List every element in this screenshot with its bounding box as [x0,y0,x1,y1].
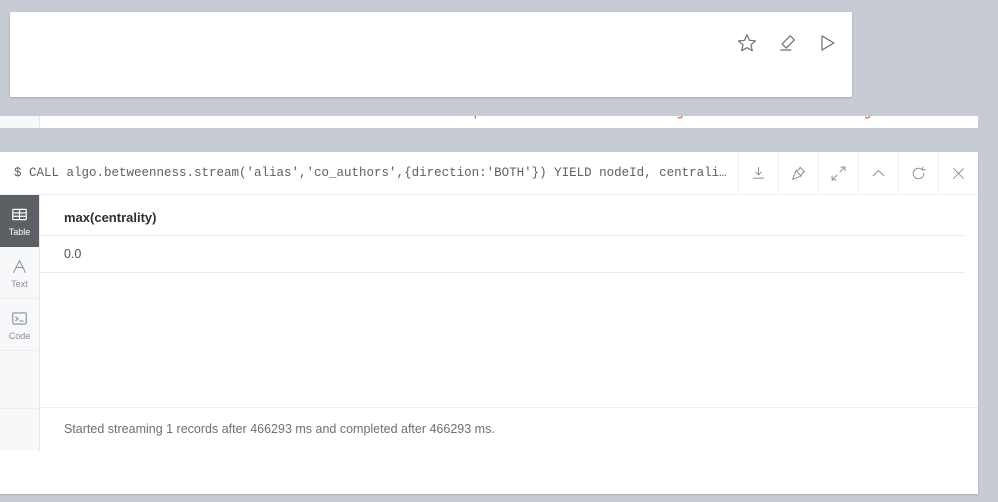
editor-actions [730,26,844,60]
pin-icon[interactable] [778,152,818,194]
sidebar-item-code[interactable]: Code [0,299,39,351]
sidebar-item-table[interactable]: Table [0,195,39,247]
status-message: Started streaming 1 records after 466293… [64,422,495,436]
sidebar-item-label: Code [8,330,31,341]
code-icon [10,309,29,328]
refresh-icon[interactable] [898,152,938,194]
previous-frame-rail [0,116,40,128]
table-column-header: max(centrality) [64,210,157,225]
status-rail-pad [0,408,40,451]
clear-eraser-icon[interactable] [770,26,804,60]
sidebar-item-label: Table [8,226,31,237]
table-cell: 0.0 [64,247,82,261]
previous-frame-clipped: Neo.ClientError.Procedure.ProcedureNotFo… [0,116,978,128]
sidebar-item-label: Text [11,278,28,289]
chevron-up-icon[interactable] [858,152,898,194]
frame-toolbar [738,152,978,194]
table-header-row: max(centrality) [40,195,978,235]
close-icon[interactable] [938,152,978,194]
table-icon [10,205,29,224]
sidebar-item-text[interactable]: Text [0,247,39,299]
frame-header: $ CALL algo.betweenness.stream('alias','… [0,152,978,195]
run-play-icon[interactable] [810,26,844,60]
cypher-code-area[interactable]: 1CALL algo.betweenness.stream('alias','c… [10,26,852,97]
previous-frame-error-text: Neo.ClientError.Procedure.ProcedureNotFo… [46,116,978,121]
table-row: 0.0 [40,235,964,273]
text-icon [10,257,29,276]
frame-query-text[interactable]: $ CALL algo.betweenness.stream('alias','… [14,152,733,194]
editor-surface[interactable]: 1CALL algo.betweenness.stream('alias','c… [10,12,852,97]
query-editor-card: 1CALL algo.betweenness.stream('alias','c… [10,12,852,97]
editor-stage: 1CALL algo.betweenness.stream('alias','c… [10,12,852,97]
result-frame: $ CALL algo.betweenness.stream('alias','… [0,152,978,494]
frame-body: Table Text Code max(centrality) 0.0 Star… [0,195,978,451]
code-line: 1CALL algo.betweenness.stream('alias','c… [10,92,852,97]
favorite-star-icon[interactable] [730,26,764,60]
expand-icon[interactable] [818,152,858,194]
frame-status-bar: Started streaming 1 records after 466293… [40,407,978,451]
download-icon[interactable] [738,152,778,194]
